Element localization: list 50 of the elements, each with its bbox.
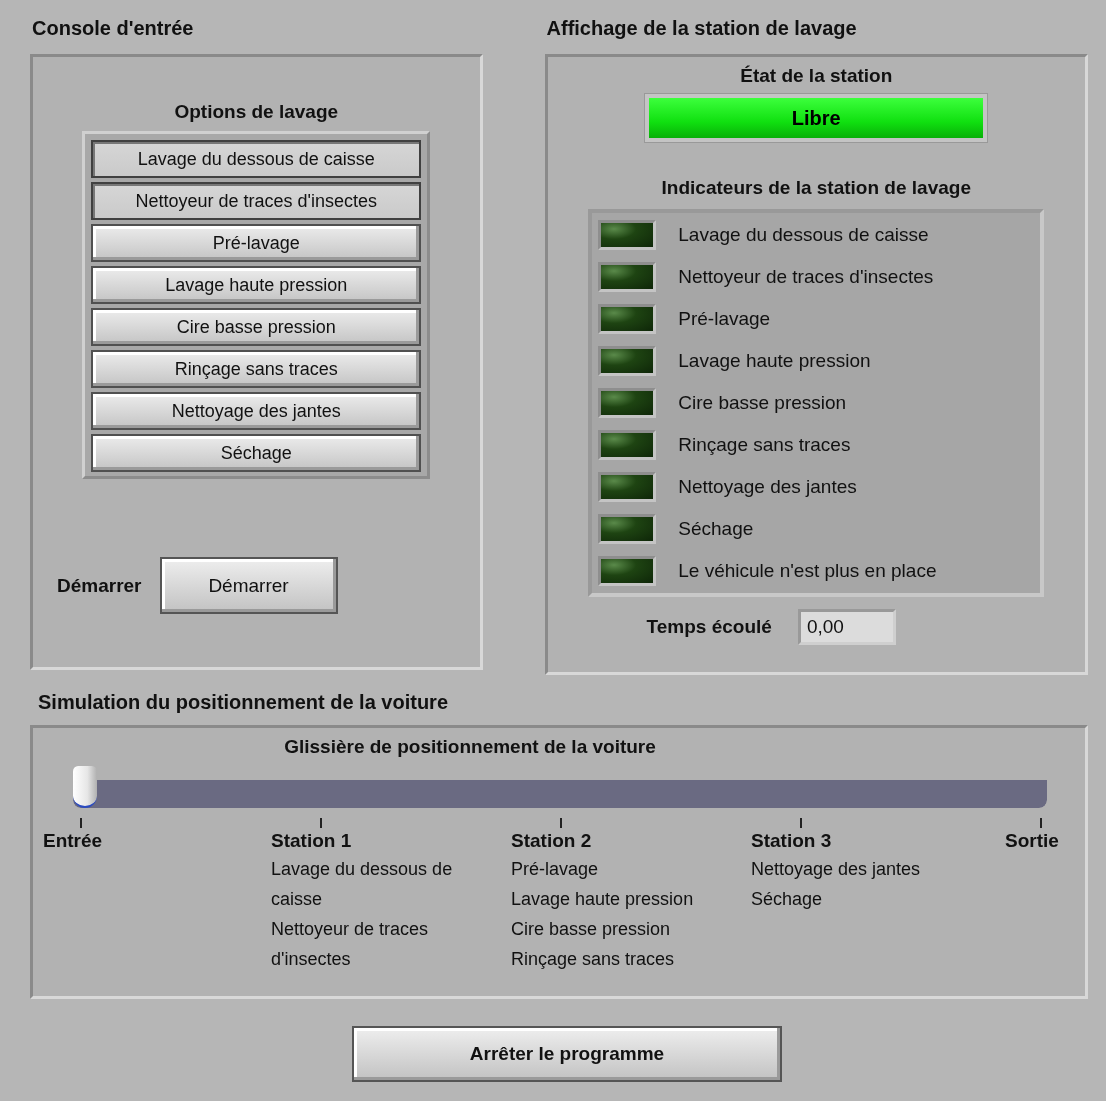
indicator-label: Le véhicule n'est plus en place <box>678 560 937 582</box>
slider-thumb[interactable] <box>73 766 97 808</box>
station-detail: Séchage <box>751 888 824 911</box>
scale-label: Station 1 <box>271 830 353 852</box>
indicator-label: Nettoyage des jantes <box>678 476 857 498</box>
start-button[interactable]: Démarrer <box>159 557 338 614</box>
slider-label: Glissière de positionnement de la voiture <box>283 736 657 758</box>
indicator-label: Pré-lavage <box>678 308 771 330</box>
option-button[interactable]: Pré-lavage <box>91 224 422 262</box>
stop-button[interactable]: Arrêter le programme <box>352 1026 782 1082</box>
station-detail: Cire basse pression <box>511 918 672 941</box>
indicator-label: Séchage <box>678 518 754 540</box>
indicator-label: Nettoyeur de traces d'insectes <box>678 266 934 288</box>
indicator-label: Lavage du dessous de caisse <box>678 224 929 246</box>
group-label: Options de lavage <box>174 101 339 123</box>
option-button[interactable]: Séchage <box>91 434 422 472</box>
station-detail: Lavage du dessous de caisse <box>271 858 454 911</box>
scale-label: Sortie <box>1005 830 1060 852</box>
option-button[interactable]: Nettoyeur de traces d'insectes <box>91 182 422 220</box>
group-label: Indicateurs de la station de lavage <box>661 177 971 199</box>
elapsed-field: 0,00 <box>797 609 896 645</box>
indicator-label: Rinçage sans traces <box>678 434 851 456</box>
station-detail: Nettoyeur de traces d'insectes <box>271 918 430 971</box>
option-button[interactable]: Nettoyage des jantes <box>91 392 422 430</box>
station-detail: Pré-lavage <box>511 858 600 881</box>
tick-mark <box>80 818 82 828</box>
section-title: Affichage de la station de lavage <box>546 17 858 41</box>
start-label: Démarrer <box>57 574 142 597</box>
section-title: Simulation du positionnement de la voiture <box>38 691 450 715</box>
station-detail: Lavage haute pression <box>511 888 695 911</box>
option-button[interactable]: Lavage haute pression <box>91 266 422 304</box>
section-title: Console d'entrée <box>32 17 195 41</box>
station-detail: Nettoyage des jantes <box>751 858 922 881</box>
option-button[interactable]: Cire basse pression <box>91 308 422 346</box>
elapsed-label: Temps écoulé <box>646 616 772 638</box>
status-label: État de la station <box>740 65 893 87</box>
scale-label: Entrée <box>43 830 104 852</box>
scale-label: Station 3 <box>751 830 833 852</box>
tick-mark <box>560 818 562 828</box>
tick-mark <box>1040 818 1042 828</box>
tick-mark <box>320 818 322 828</box>
option-button[interactable]: Lavage du dessous de caisse <box>91 140 422 178</box>
indicator-label: Cire basse pression <box>678 392 847 414</box>
indicator-label: Lavage haute pression <box>678 350 871 372</box>
slider-track[interactable] <box>73 766 1047 808</box>
tick-mark <box>800 818 802 828</box>
option-button[interactable]: Rinçage sans traces <box>91 350 422 388</box>
status-indicator: Libre <box>649 98 984 138</box>
station-detail: Rinçage sans traces <box>511 948 676 971</box>
scale-label: Station 2 <box>511 830 593 852</box>
